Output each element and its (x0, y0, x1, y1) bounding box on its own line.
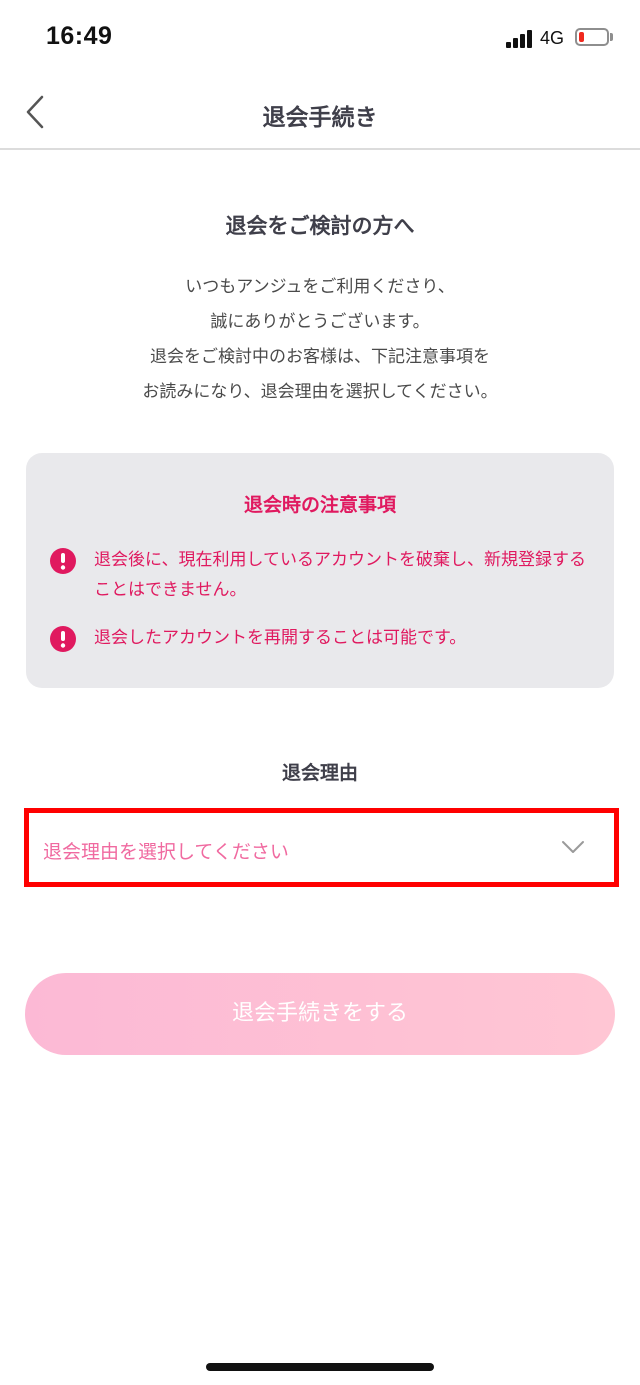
exclamation-circle-icon (50, 548, 76, 574)
notice-item: 退会後に、現在利用しているアカウントを破棄し、新規登録することはできません。 (50, 545, 595, 605)
notice-item-text: 退会後に、現在利用しているアカウントを破棄し、新規登録することはできません。 (94, 550, 586, 600)
nav-header: 退会手続き (0, 80, 640, 150)
home-indicator (206, 1363, 434, 1371)
notice-box: 退会時の注意事項 退会後に、現在利用しているアカウントを破棄し、新規登録すること… (26, 453, 614, 688)
notice-item: 退会したアカウントを再開することは可能です。 (50, 623, 595, 653)
chevron-down-icon (562, 841, 584, 853)
reason-label: 退会理由 (281, 762, 358, 784)
submit-withdrawal-button[interactable]: 退会手続きをする (25, 973, 615, 1055)
intro-heading: 退会をご検討の方へ (225, 214, 415, 238)
intro-line: 誠にありがとうございます。 (210, 312, 430, 332)
notice-title: 退会時の注意事項 (243, 494, 396, 516)
reason-select[interactable]: 退会理由を選択してください (24, 808, 619, 887)
battery-icon (575, 28, 609, 46)
network-label: 4G (540, 28, 565, 48)
intro-text: いつもアンジュをご利用くださり、 誠にありがとうございます。 退会をご検討中のお… (0, 270, 640, 410)
reason-placeholder: 退会理由を選択してください (43, 841, 289, 863)
battery-tip (610, 33, 613, 41)
intro-line: お読みになり、退会理由を選択してください。 (142, 382, 498, 402)
notice-item-text: 退会したアカウントを再開することは可能です。 (94, 628, 467, 648)
exclamation-circle-icon (50, 626, 76, 652)
intro-line: 退会をご検討中のお客様は、下記注意事項を (150, 347, 490, 367)
signal-icon (506, 30, 534, 48)
battery-level (579, 32, 584, 42)
intro-line: いつもアンジュをご利用くださり、 (185, 277, 455, 297)
status-bar: 16:49 4G (0, 0, 640, 80)
page-title: 退会手続き (262, 105, 378, 131)
status-time: 16:49 (46, 22, 113, 50)
